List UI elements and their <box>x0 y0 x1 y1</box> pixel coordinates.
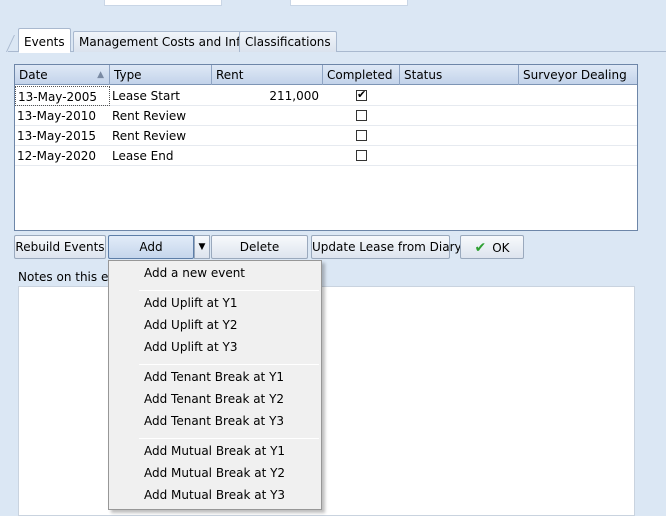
table-row[interactable]: 13-May-2005 Lease Start 211,000 <box>15 86 637 106</box>
top-field-1[interactable] <box>104 0 222 6</box>
menu-item-uplift-y1[interactable]: Add Uplift at Y1 <box>111 293 319 315</box>
tab-label: Management Costs and Info <box>79 35 248 49</box>
tab-label: Classifications <box>245 35 331 49</box>
cell-rent <box>212 106 323 126</box>
menu-item-tenant-break-y2[interactable]: Add Tenant Break at Y2 <box>111 389 319 411</box>
menu-separator <box>139 438 319 439</box>
tab-classifications[interactable]: Classifications <box>239 31 337 52</box>
tab-management-costs[interactable]: Management Costs and Info <box>73 31 254 52</box>
menu-item-mutual-break-y2[interactable]: Add Mutual Break at Y2 <box>111 463 319 485</box>
add-dropdown-menu: Add a new event Add Uplift at Y1 Add Upl… <box>108 260 322 510</box>
grid-header: Date ▲ Type Rent Completed Status Survey… <box>15 65 637 85</box>
menu-separator <box>139 290 319 291</box>
cell-type: Rent Review <box>112 109 187 123</box>
column-label: Completed <box>327 68 393 82</box>
cell-date: 12-May-2020 <box>17 149 97 163</box>
menu-item-tenant-break-y3[interactable]: Add Tenant Break at Y3 <box>111 411 319 433</box>
column-label: Type <box>114 68 142 82</box>
cell-rent <box>212 126 323 146</box>
column-header-rent[interactable]: Rent <box>212 65 323 85</box>
menu-separator <box>139 364 319 365</box>
ok-label: OK <box>492 241 510 255</box>
menu-item-tenant-break-y1[interactable]: Add Tenant Break at Y1 <box>111 367 319 389</box>
cell-date: 13-May-2015 <box>17 129 97 143</box>
cell-type: Lease Start <box>112 89 180 103</box>
cell-type: Rent Review <box>112 129 187 143</box>
column-header-surveyor-dealing[interactable]: Surveyor Dealing <box>519 65 637 85</box>
cell-date: 13-May-2005 <box>15 86 110 106</box>
rebuild-events-button[interactable]: Rebuild Events <box>14 235 106 259</box>
column-label: Surveyor Dealing <box>523 68 627 82</box>
table-row[interactable]: 12-May-2020 Lease End <box>15 146 637 166</box>
ok-button[interactable]: ✔ OK <box>460 235 524 259</box>
tab-events[interactable]: Events <box>18 28 71 53</box>
column-label: Status <box>404 68 443 82</box>
completed-checkbox[interactable] <box>356 88 367 102</box>
column-header-completed[interactable]: Completed <box>323 65 400 85</box>
tab-label: Events <box>24 35 65 49</box>
add-button[interactable]: Add <box>108 235 194 259</box>
menu-item-mutual-break-y3[interactable]: Add Mutual Break at Y3 <box>111 485 319 507</box>
table-row[interactable]: 13-May-2015 Rent Review <box>15 126 637 146</box>
menu-item-add-new-event[interactable]: Add a new event <box>111 263 319 285</box>
menu-item-uplift-y3[interactable]: Add Uplift at Y3 <box>111 337 319 359</box>
update-lease-button[interactable]: Update Lease from Diary <box>311 235 462 259</box>
cell-date: 13-May-2010 <box>17 109 97 123</box>
column-header-date[interactable]: Date ▲ <box>15 65 110 85</box>
cell-type: Lease End <box>112 149 174 163</box>
column-label: Date <box>19 68 48 82</box>
sort-asc-icon: ▲ <box>97 70 104 80</box>
completed-checkbox[interactable] <box>356 130 367 141</box>
column-header-status[interactable]: Status <box>400 65 519 85</box>
delete-button[interactable]: Delete <box>211 235 308 259</box>
completed-checkbox[interactable] <box>356 150 367 161</box>
column-label: Rent <box>216 68 244 82</box>
completed-checkbox[interactable] <box>356 110 367 121</box>
events-grid[interactable]: Date ▲ Type Rent Completed Status Survey… <box>14 64 638 231</box>
menu-item-mutual-break-y1[interactable]: Add Mutual Break at Y1 <box>111 441 319 463</box>
chevron-down-icon[interactable]: ▼ <box>194 235 210 259</box>
table-row[interactable]: 13-May-2010 Rent Review <box>15 106 637 126</box>
check-icon: ✔ <box>474 240 487 256</box>
column-header-type[interactable]: Type <box>110 65 212 85</box>
top-field-2[interactable] <box>290 0 408 6</box>
menu-item-uplift-y2[interactable]: Add Uplift at Y2 <box>111 315 319 337</box>
cell-rent: 211,000 <box>269 89 319 103</box>
cell-rent <box>212 146 323 166</box>
